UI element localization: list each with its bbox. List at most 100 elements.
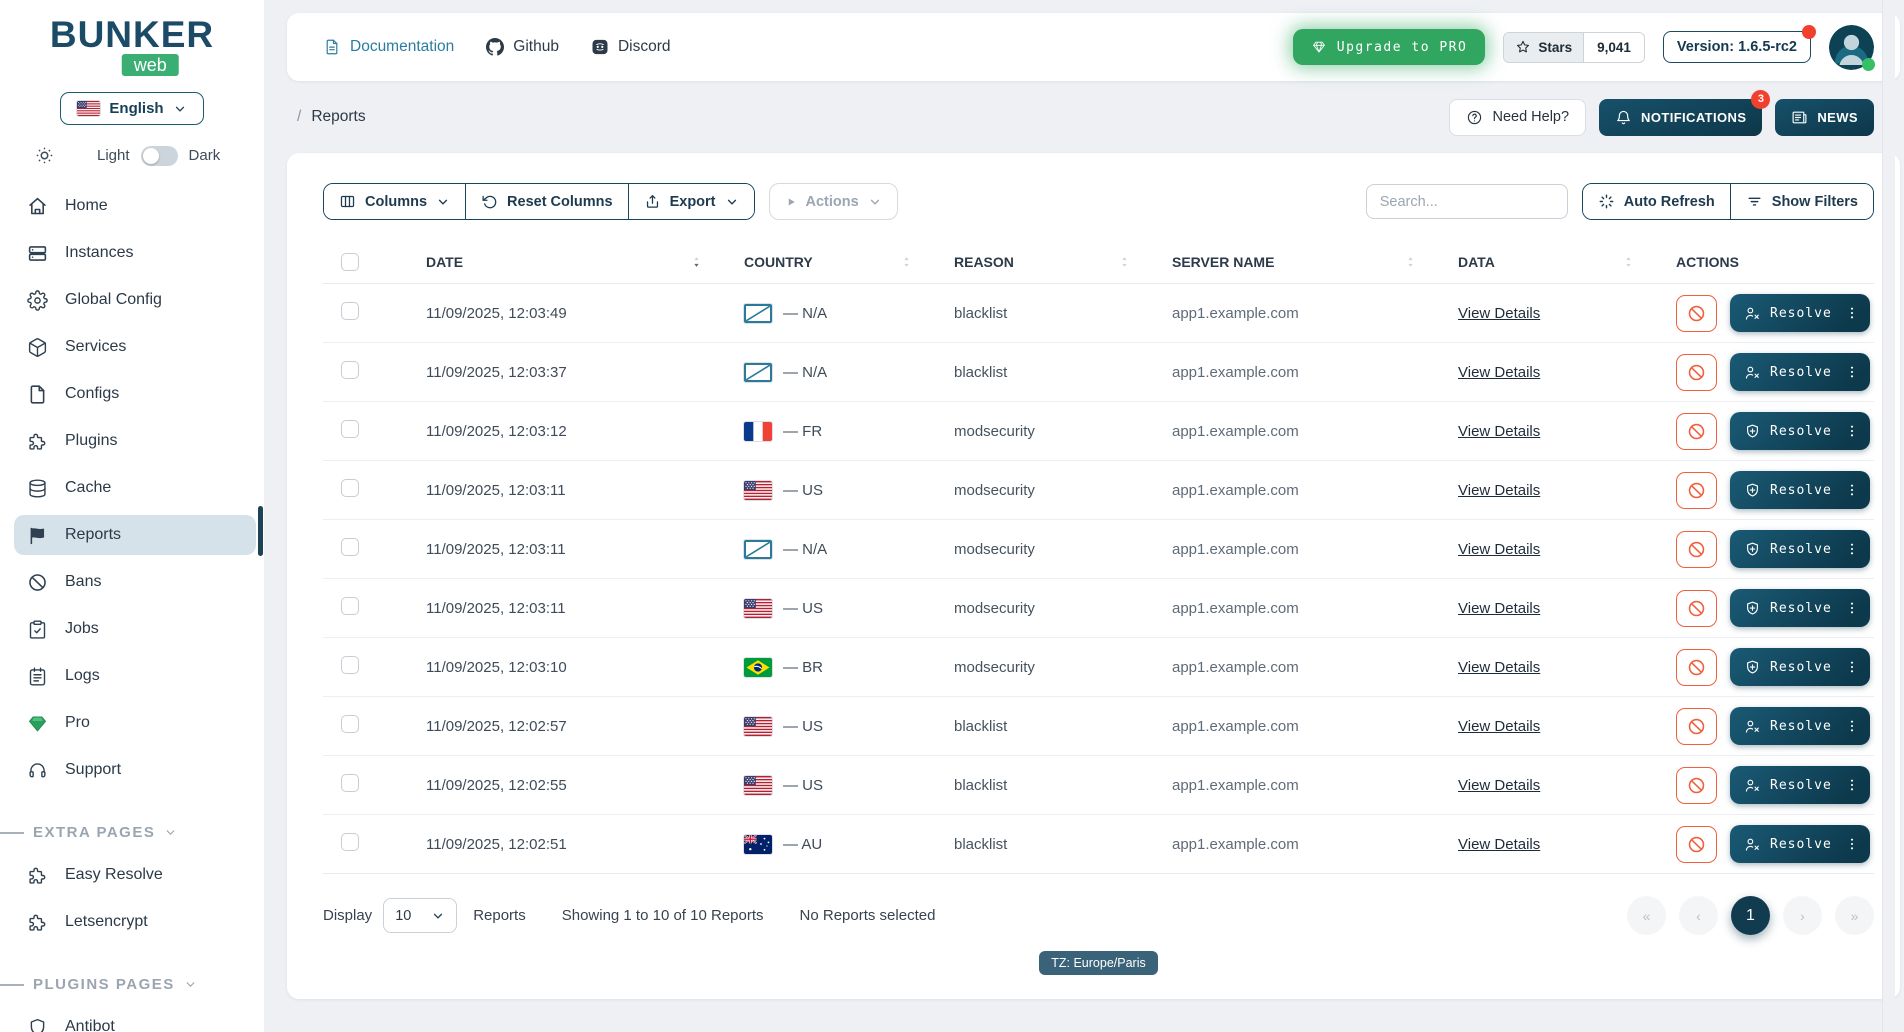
sort-icon[interactable]	[1621, 251, 1636, 273]
row-checkbox[interactable]	[341, 538, 359, 556]
columns-button[interactable]: Columns	[324, 184, 466, 219]
row-checkbox[interactable]	[341, 715, 359, 733]
view-details-link[interactable]: View Details	[1458, 777, 1540, 794]
select-all-checkbox[interactable]	[341, 253, 359, 271]
resolve-button[interactable]: Resolve	[1730, 825, 1870, 863]
sort-icon[interactable]	[1117, 251, 1132, 273]
export-button[interactable]: Export	[629, 184, 754, 219]
page-size-select[interactable]: 10	[383, 898, 457, 933]
view-details-link[interactable]: View Details	[1458, 600, 1540, 617]
resolve-button[interactable]: Resolve	[1730, 589, 1870, 627]
topbar-link[interactable]: Github	[486, 38, 559, 56]
sidebar-item[interactable]: Global Config	[14, 280, 256, 320]
row-checkbox[interactable]	[341, 774, 359, 792]
pagination-button[interactable]: «	[1627, 896, 1666, 935]
resolve-button[interactable]: Resolve	[1730, 648, 1870, 686]
row-checkbox[interactable]	[341, 597, 359, 615]
resolve-button[interactable]: Resolve	[1730, 707, 1870, 745]
resolve-button[interactable]: Resolve	[1730, 766, 1870, 804]
topbar-link[interactable]: Discord	[591, 38, 671, 56]
sidebar-item[interactable]: Bans	[14, 562, 256, 602]
view-details-link[interactable]: View Details	[1458, 659, 1540, 676]
row-checkbox[interactable]	[341, 833, 359, 851]
ban-button[interactable]	[1676, 649, 1717, 686]
sidebar-item[interactable]: Logs	[14, 656, 256, 696]
ban-button[interactable]	[1676, 472, 1717, 509]
column-header[interactable]: COUNTRY	[744, 251, 954, 273]
sidebar-item[interactable]: Cache	[14, 468, 256, 508]
theme-toggle[interactable]	[141, 146, 178, 166]
version-badge[interactable]: Version: 1.6.5-rc2	[1663, 31, 1811, 63]
need-help-button[interactable]: Need Help?	[1449, 99, 1586, 136]
ban-button[interactable]	[1676, 413, 1717, 450]
auto-refresh-button[interactable]: Auto Refresh	[1583, 184, 1731, 219]
resolve-button[interactable]: Resolve	[1730, 530, 1870, 568]
kebab-menu-icon[interactable]	[1845, 718, 1859, 734]
resolve-button[interactable]: Resolve	[1730, 412, 1870, 450]
column-header[interactable]: REASON	[954, 251, 1172, 273]
ban-button[interactable]	[1676, 531, 1717, 568]
view-details-link[interactable]: View Details	[1458, 482, 1540, 499]
sort-icon[interactable]	[1403, 251, 1418, 273]
kebab-menu-icon[interactable]	[1845, 364, 1859, 380]
sort-icon[interactable]	[689, 251, 704, 273]
kebab-menu-icon[interactable]	[1845, 659, 1859, 675]
ban-button[interactable]	[1676, 826, 1717, 863]
timezone-badge[interactable]: TZ: Europe/Paris	[1039, 951, 1157, 975]
news-button[interactable]: NEWS	[1775, 99, 1874, 136]
kebab-menu-icon[interactable]	[1845, 541, 1859, 557]
kebab-menu-icon[interactable]	[1845, 305, 1859, 321]
ban-button[interactable]	[1676, 354, 1717, 391]
view-details-link[interactable]: View Details	[1458, 541, 1540, 558]
pagination-button[interactable]: 1	[1731, 896, 1770, 935]
sort-icon[interactable]	[1819, 251, 1834, 273]
view-details-link[interactable]: View Details	[1458, 364, 1540, 381]
page-scrollbar[interactable]	[1882, 0, 1895, 1032]
github-stars-widget[interactable]: Stars 9,041	[1503, 32, 1645, 63]
plugins-pages-header[interactable]: PLUGINS PAGES	[14, 976, 256, 993]
sidebar-item[interactable]: Jobs	[14, 609, 256, 649]
sidebar-scrollbar-thumb[interactable]	[258, 506, 263, 556]
sidebar-item[interactable]: Home	[14, 186, 256, 226]
resolve-button[interactable]: Resolve	[1730, 471, 1870, 509]
resolve-button[interactable]: Resolve	[1730, 353, 1870, 391]
row-checkbox[interactable]	[341, 420, 359, 438]
column-header[interactable]: SERVER NAME	[1172, 251, 1458, 273]
sidebar-item[interactable]: Support	[14, 750, 256, 790]
topbar-link[interactable]: Documentation	[323, 38, 454, 56]
reset-columns-button[interactable]: Reset Columns	[466, 184, 629, 219]
pagination-button[interactable]: ›	[1783, 896, 1822, 935]
view-details-link[interactable]: View Details	[1458, 718, 1540, 735]
view-details-link[interactable]: View Details	[1458, 423, 1540, 440]
extra-pages-header[interactable]: EXTRA PAGES	[14, 824, 256, 841]
sidebar-item[interactable]: Reports	[14, 515, 256, 555]
upgrade-pro-button[interactable]: Upgrade to PRO	[1293, 29, 1486, 65]
pagination-button[interactable]: »	[1835, 896, 1874, 935]
ban-button[interactable]	[1676, 590, 1717, 627]
sidebar-item[interactable]: Antibot	[14, 1007, 256, 1032]
row-checkbox[interactable]	[341, 479, 359, 497]
sidebar-item[interactable]: Letsencrypt	[14, 902, 256, 942]
ban-button[interactable]	[1676, 708, 1717, 745]
sidebar-item[interactable]: Easy Resolve	[14, 855, 256, 895]
show-filters-button[interactable]: Show Filters	[1731, 184, 1873, 219]
language-select[interactable]: English	[60, 92, 203, 125]
search-input[interactable]	[1366, 184, 1568, 219]
column-header[interactable]: DATE	[426, 251, 744, 273]
view-details-link[interactable]: View Details	[1458, 836, 1540, 853]
ban-button[interactable]	[1676, 295, 1717, 332]
resolve-button[interactable]: Resolve	[1730, 294, 1870, 332]
row-checkbox[interactable]	[341, 302, 359, 320]
notifications-button[interactable]: NOTIFICATIONS 3	[1599, 99, 1762, 136]
row-checkbox[interactable]	[341, 361, 359, 379]
pagination-button[interactable]: ‹	[1679, 896, 1718, 935]
view-details-link[interactable]: View Details	[1458, 305, 1540, 322]
sidebar-item[interactable]: Services	[14, 327, 256, 367]
sort-icon[interactable]	[899, 251, 914, 273]
actions-button[interactable]: Actions	[769, 183, 898, 220]
kebab-menu-icon[interactable]	[1845, 836, 1859, 852]
kebab-menu-icon[interactable]	[1845, 600, 1859, 616]
ban-button[interactable]	[1676, 767, 1717, 804]
kebab-menu-icon[interactable]	[1845, 777, 1859, 793]
sidebar-item[interactable]: Pro	[14, 703, 256, 743]
